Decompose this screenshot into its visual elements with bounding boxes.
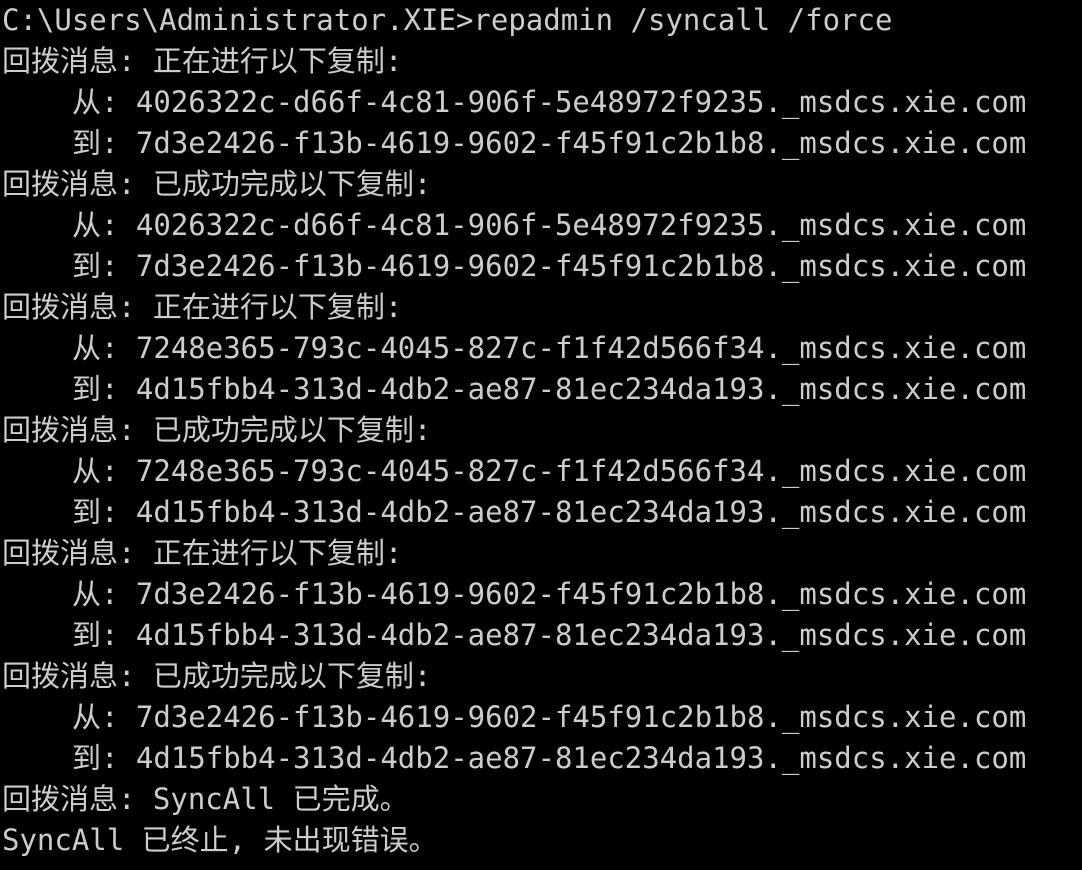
output-line: 到: 4d15fbb4-313d-4db2-ae87-81ec234da193.… — [72, 618, 1027, 652]
output-line: 回拨消息: 已成功完成以下复制: — [2, 659, 432, 693]
output-line: 回拨消息: 正在进行以下复制: — [2, 536, 403, 570]
output-line: 回拨消息: 正在进行以下复制: — [2, 290, 403, 324]
output-line: 回拨消息: 已成功完成以下复制: — [2, 167, 432, 201]
output-line: 回拨消息: SyncAll 已完成。 — [2, 782, 409, 816]
output-line: 从: 7d3e2426-f13b-4619-9602-f45f91c2b1b8.… — [72, 577, 1027, 611]
output-line: 从: 4026322c-d66f-4c81-906f-5e48972f9235.… — [72, 85, 1027, 119]
output-line: 到: 4d15fbb4-313d-4db2-ae87-81ec234da193.… — [72, 741, 1027, 775]
output-line: 从: 4026322c-d66f-4c81-906f-5e48972f9235.… — [72, 208, 1027, 242]
terminal-window[interactable]: C:\Users\Administrator.XIE>repadmin /syn… — [0, 0, 1082, 870]
output-line: 到: 7d3e2426-f13b-4619-9602-f45f91c2b1b8.… — [72, 249, 1027, 283]
output-line: 从: 7248e365-793c-4045-827c-f1f42d566f34.… — [72, 454, 1027, 488]
output-line: SyncAll 已终止, 未出现错误。 — [2, 823, 438, 857]
output-line: 回拨消息: 已成功完成以下复制: — [2, 413, 432, 447]
output-line: 到: 7d3e2426-f13b-4619-9602-f45f91c2b1b8.… — [72, 126, 1027, 160]
output-line: 到: 4d15fbb4-313d-4db2-ae87-81ec234da193.… — [72, 372, 1027, 406]
output-line: 回拨消息: 正在进行以下复制: — [2, 44, 403, 78]
output-line: 从: 7248e365-793c-4045-827c-f1f42d566f34.… — [72, 331, 1027, 365]
terminal-output: 回拨消息: 正在进行以下复制: 从: 4026322c-d66f-4c81-906… — [2, 41, 1082, 861]
output-line: 到: 4d15fbb4-313d-4db2-ae87-81ec234da193.… — [72, 495, 1027, 529]
command-line: C:\Users\Administrator.XIE>repadmin /syn… — [2, 3, 893, 37]
output-line: 从: 7d3e2426-f13b-4619-9602-f45f91c2b1b8.… — [72, 700, 1027, 734]
